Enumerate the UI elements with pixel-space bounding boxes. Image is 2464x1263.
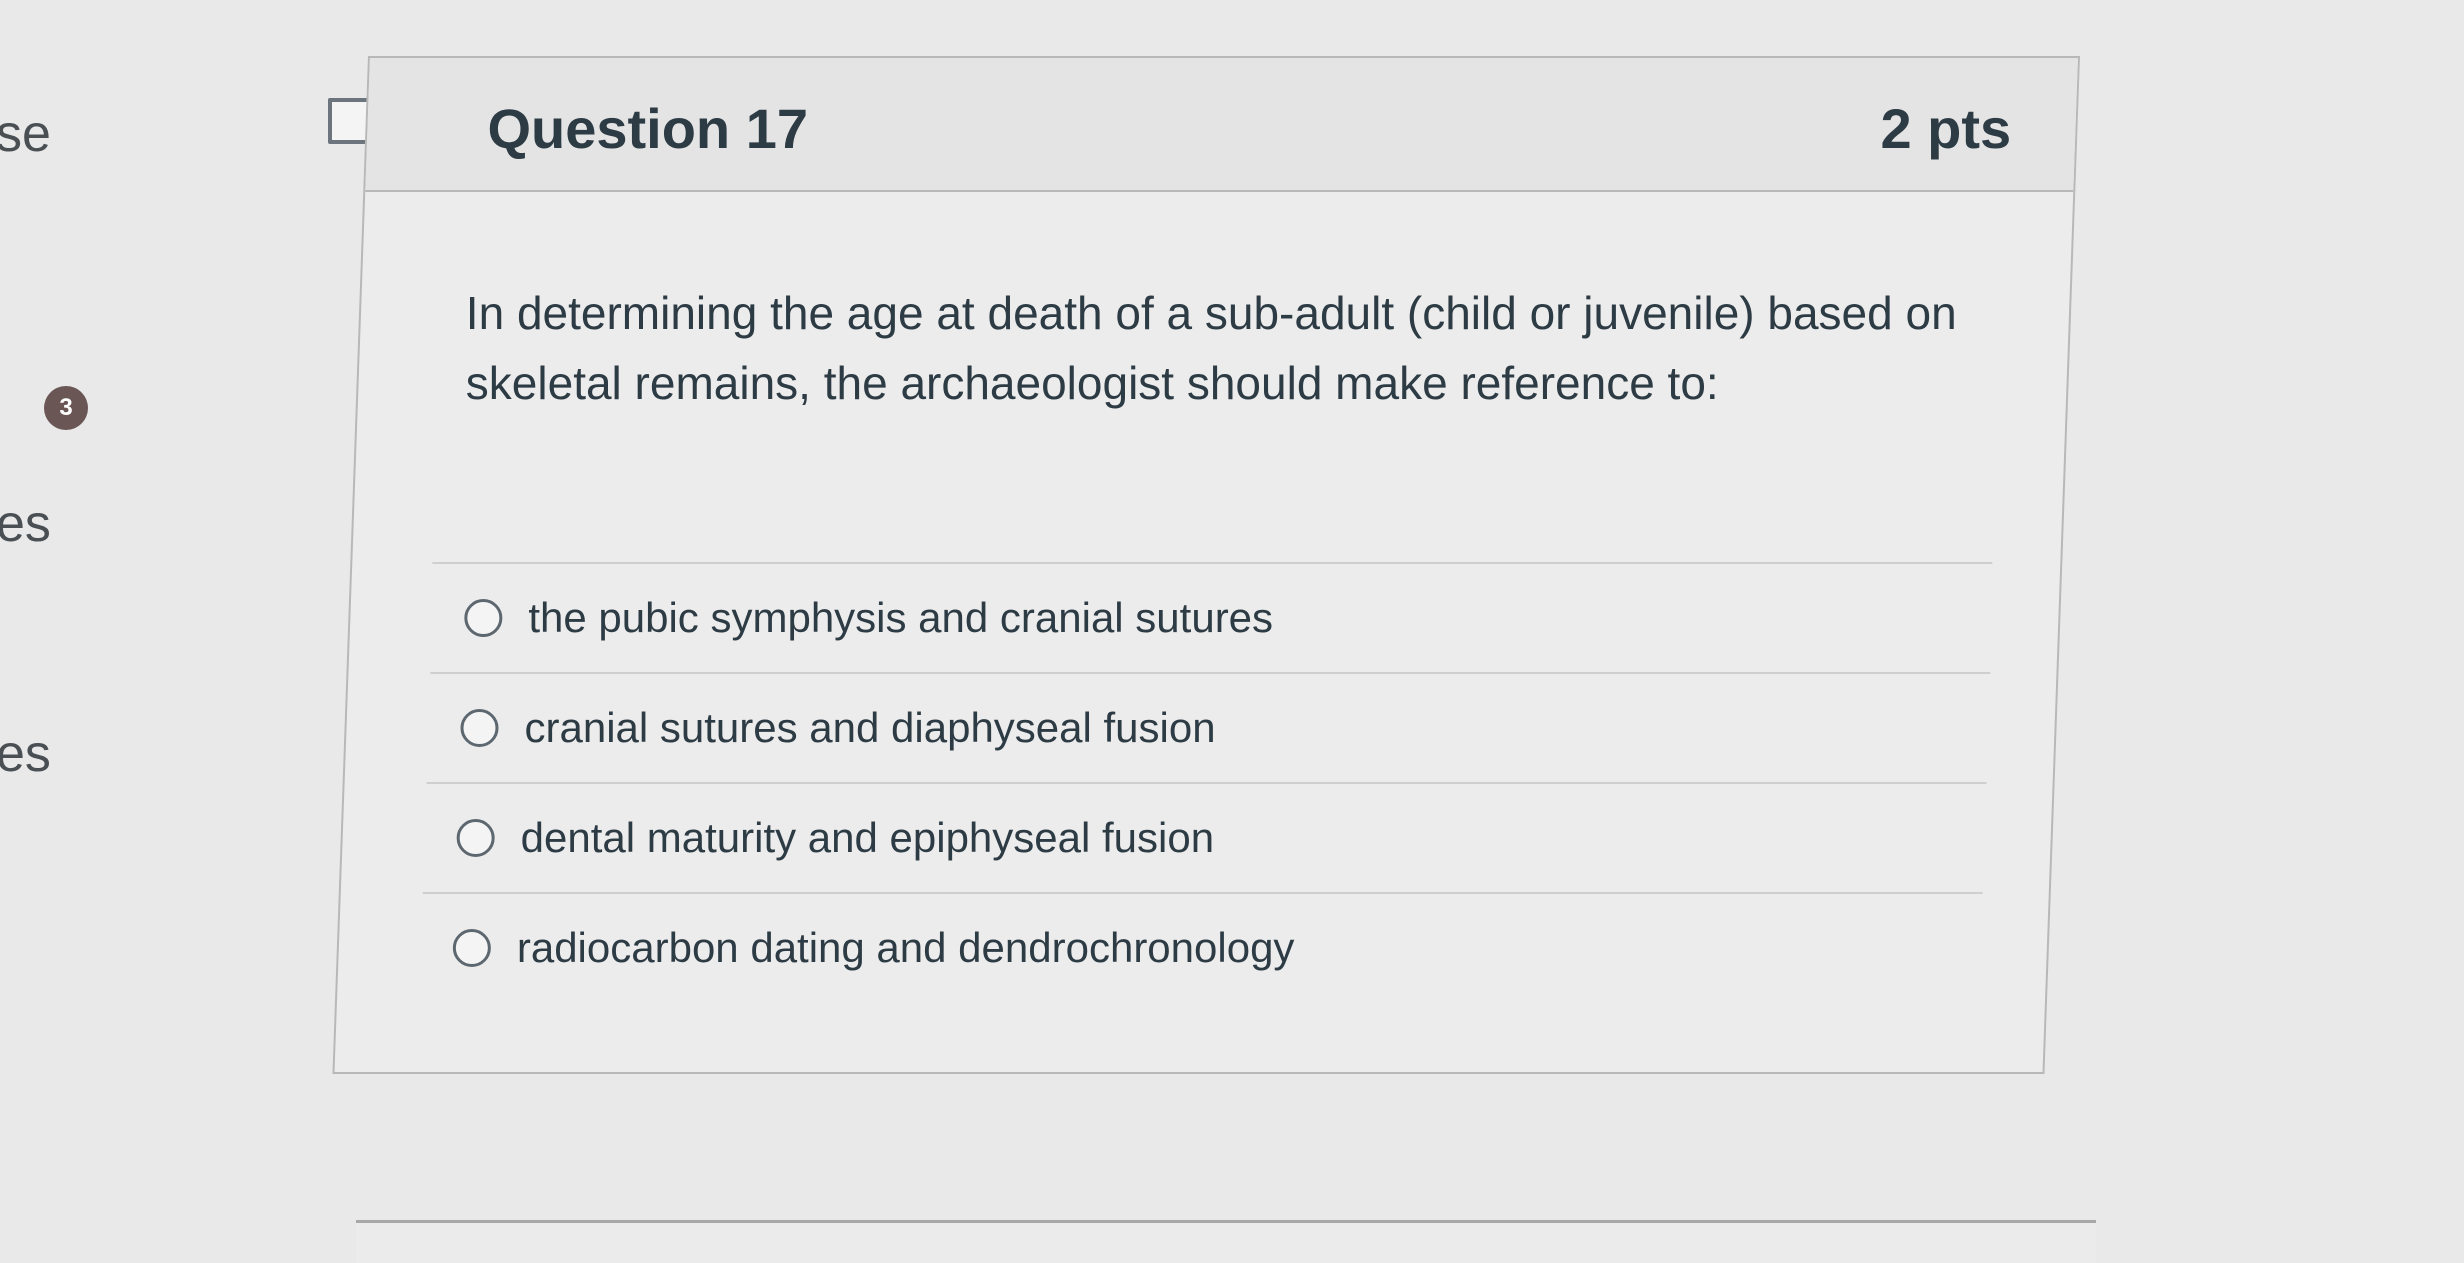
sidebar-badge: 3 xyxy=(44,386,88,430)
question-card: Question 17 2 pts In determining the age… xyxy=(332,56,2080,1074)
answer-list: the pubic symphysis and cranial sutures … xyxy=(417,562,1993,1002)
answer-option-4[interactable]: radiocarbon dating and dendrochronology xyxy=(419,894,1979,1002)
radio-button[interactable] xyxy=(460,709,499,747)
question-points: 2 pts xyxy=(1880,97,2012,160)
next-question-card xyxy=(356,1220,2096,1263)
sidebar-item-label-1[interactable]: se xyxy=(0,104,51,164)
answer-label[interactable]: cranial sutures and diaphyseal fusion xyxy=(524,704,1215,752)
radio-button[interactable] xyxy=(452,929,491,967)
radio-button[interactable] xyxy=(456,819,495,857)
answer-label[interactable]: radiocarbon dating and dendrochronology xyxy=(517,924,1295,972)
question-title: Question 17 xyxy=(487,97,808,160)
question-header: Question 17 2 pts xyxy=(365,58,2078,192)
answer-option-2[interactable]: cranial sutures and diaphyseal fusion xyxy=(426,674,1987,784)
radio-button[interactable] xyxy=(464,599,503,637)
answer-option-1[interactable]: the pubic symphysis and cranial sutures xyxy=(430,564,1991,674)
answer-label[interactable]: dental maturity and epiphyseal fusion xyxy=(521,814,1214,862)
answer-label[interactable]: the pubic symphysis and cranial sutures xyxy=(528,594,1273,642)
question-text: In determining the age at death of a sub… xyxy=(465,287,1957,409)
answer-option-3[interactable]: dental maturity and epiphyseal fusion xyxy=(422,784,1983,894)
sidebar-item-label-3[interactable]: es xyxy=(0,724,51,784)
sidebar-item-label-2[interactable]: es xyxy=(0,494,51,554)
